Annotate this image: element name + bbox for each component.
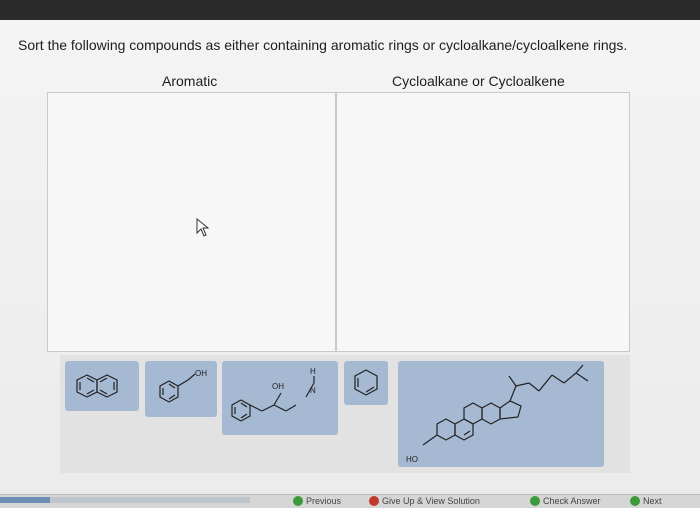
previous-arrow-icon xyxy=(293,496,303,506)
check-answer-button[interactable]: Check Answer xyxy=(530,495,601,507)
compound-tile-naphthalene[interactable] xyxy=(65,361,139,411)
close-icon xyxy=(369,496,379,506)
hydroxyl-label: HO xyxy=(406,455,418,464)
naphthalene-structure-icon xyxy=(76,374,118,398)
mouse-cursor-icon xyxy=(196,218,210,237)
compound-tile-benzyl-alcohol[interactable]: OH xyxy=(145,361,217,417)
give-up-label: Give Up & View Solution xyxy=(382,496,480,506)
instructions-text: Sort the following compounds as either c… xyxy=(18,37,628,53)
aromatic-drop-zone[interactable] xyxy=(47,92,336,352)
compound-tile-amino-alcohol[interactable]: OH H N xyxy=(222,361,338,435)
benzyl-alcohol-structure-icon: OH xyxy=(159,369,207,403)
hydroxyl-label: OH xyxy=(195,369,207,378)
amino-alcohol-structure-icon: OH H N xyxy=(231,367,316,422)
top-bar xyxy=(0,0,700,20)
amine-hydrogen-label: H xyxy=(310,367,316,376)
hydroxyl-label: OH xyxy=(272,382,284,391)
aromatic-bin-title: Aromatic xyxy=(162,73,218,89)
give-up-button[interactable]: Give Up & View Solution xyxy=(369,495,480,507)
progress-bar-fill xyxy=(0,497,50,503)
check-icon xyxy=(530,496,540,506)
compound-tile-steroid[interactable]: HO xyxy=(398,361,604,467)
previous-button[interactable]: Previous xyxy=(293,495,341,507)
steroid-structure-icon: HO xyxy=(406,364,589,464)
cycloalkane-drop-zone[interactable] xyxy=(336,92,630,352)
next-button[interactable]: Next xyxy=(630,495,662,507)
cycloalkane-bin-title: Cycloalkane or Cycloalkene xyxy=(392,73,565,89)
cyclohexadiene-structure-icon xyxy=(354,369,378,396)
compound-tile-cyclohexadiene[interactable] xyxy=(344,361,388,405)
bottom-navigation-bar: Previous Give Up & View Solution Check A… xyxy=(0,494,700,508)
previous-label: Previous xyxy=(306,496,342,506)
check-answer-label: Check Answer xyxy=(543,496,601,506)
next-arrow-icon xyxy=(630,496,640,506)
progress-bar xyxy=(0,497,250,503)
next-label: Next xyxy=(643,496,662,506)
nitrogen-label: N xyxy=(310,386,316,395)
